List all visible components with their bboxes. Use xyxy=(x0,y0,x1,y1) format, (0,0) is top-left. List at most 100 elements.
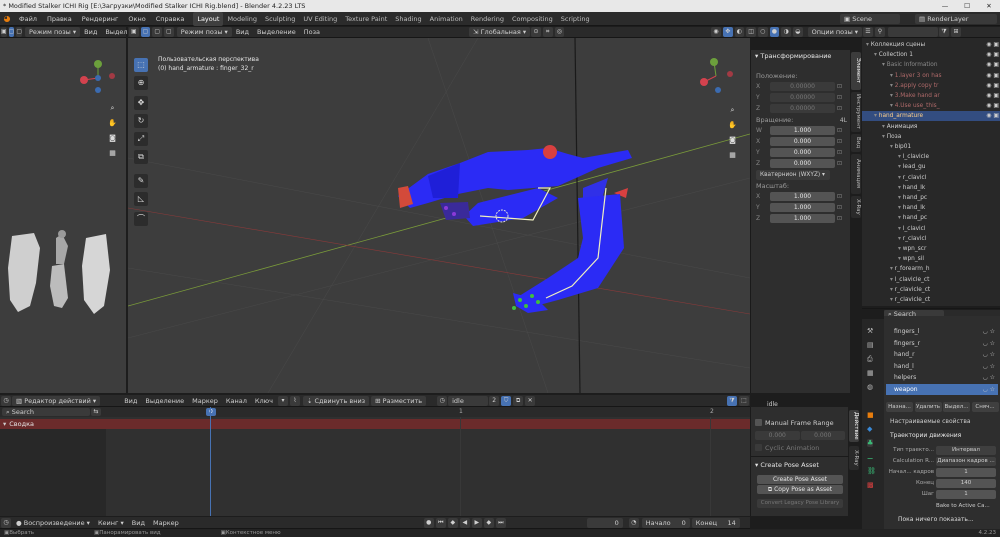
gizmo-icon[interactable]: ✥ xyxy=(722,27,733,37)
remove-button[interactable]: Удалить xyxy=(914,402,942,412)
menu-window[interactable]: Окно xyxy=(123,12,150,26)
tab-action[interactable]: Действие xyxy=(849,410,859,442)
prev-key-icon[interactable]: ◆ xyxy=(447,517,458,528)
create-pose-asset-button[interactable]: Create Pose Asset xyxy=(757,475,843,484)
lock-icon[interactable]: ⊡ xyxy=(835,127,844,134)
scene-props-icon[interactable]: ◍ xyxy=(867,383,873,391)
visibility-icon[interactable]: ◡ ☆ xyxy=(982,384,995,395)
rotation-y-field[interactable]: 0.000 xyxy=(770,148,835,157)
rotation-z-field[interactable]: 0.000 xyxy=(770,159,835,168)
measure-tool-icon[interactable]: ◺ xyxy=(134,192,148,206)
visibility-icon[interactable]: ◡ ☆ xyxy=(982,372,995,383)
frame-ruler[interactable] xyxy=(106,407,750,417)
tab-xray-action[interactable]: X-Ray xyxy=(849,446,859,470)
custom-props-header[interactable]: Настраиваемые свойства xyxy=(890,418,971,425)
outliner-row[interactable]: ▾ Коллекция сцены ◉ ▣ xyxy=(862,40,1000,50)
lock-icon[interactable]: ⊡ xyxy=(835,149,844,156)
select-box-icon[interactable]: ▢ xyxy=(8,27,15,37)
transform-panel-header[interactable]: ▾ Трансформирование xyxy=(751,50,850,62)
outliner-row[interactable]: ▾ Basic Information ◉ ▣ xyxy=(862,60,1000,70)
close-button[interactable]: ✕ xyxy=(978,0,1000,12)
outliner-row[interactable]: ▾ hand_armature ◉ ▣ xyxy=(862,111,1000,122)
scale-z-field[interactable]: 1.000 xyxy=(770,214,835,223)
outliner-row[interactable]: ▾ r_clavicl xyxy=(862,173,1000,183)
visibility-icon[interactable]: ◉ ▣ xyxy=(986,81,999,91)
outliner-row[interactable]: ▾ 4.Use use_this_ ◉ ▣ xyxy=(862,101,1000,111)
view-layer-props-icon[interactable]: ▦ xyxy=(867,369,874,377)
lock-icon[interactable]: ⊡ xyxy=(835,204,844,211)
outliner-row[interactable]: ▾ hand_pc xyxy=(862,213,1000,223)
tab-sculpting[interactable]: Sculpting xyxy=(261,12,299,26)
next-key-icon[interactable]: ◆ xyxy=(483,517,494,528)
tab-shading[interactable]: Shading xyxy=(391,12,425,26)
manual-range-checkbox[interactable]: Manual Frame Range xyxy=(755,418,845,427)
timeline-menu-view[interactable]: Вид xyxy=(128,517,149,529)
editor-type-icon[interactable]: ◷ xyxy=(1,395,11,406)
playhead-line[interactable] xyxy=(210,407,211,516)
play-icon[interactable]: ▶ xyxy=(471,517,482,528)
action-menu-key[interactable]: Ключ xyxy=(251,395,277,407)
start-frame-field[interactable]: 1 xyxy=(936,468,996,477)
main-mode-dropdown[interactable]: Режим позы ▾ xyxy=(176,27,232,37)
main-menu-pose[interactable]: Поза xyxy=(300,26,324,38)
outliner-row[interactable]: ▾ wpn_scr xyxy=(862,244,1000,254)
tab-animation[interactable]: Animation xyxy=(426,12,467,26)
snap-icon[interactable]: ⌗ xyxy=(542,27,553,37)
push-down-button[interactable]: ⇣ Сдвинуть вниз xyxy=(302,395,370,406)
only-selected-icon[interactable]: ⬚ xyxy=(739,395,749,406)
tab-rendering[interactable]: Rendering xyxy=(467,12,508,26)
location-y-field[interactable]: 0.00000 xyxy=(770,93,835,102)
grid-icon[interactable]: ▦ xyxy=(106,147,119,160)
action-name-field[interactable]: idle xyxy=(448,395,489,406)
lock-icon[interactable]: ⊡ xyxy=(835,94,844,101)
playhead-frame[interactable]: 0 xyxy=(206,408,216,416)
end-frame-field[interactable]: 140 xyxy=(936,479,996,488)
visibility-icon[interactable]: ◡ ☆ xyxy=(982,349,995,360)
scale-tool-icon[interactable]: ⤢ xyxy=(134,132,148,146)
outliner-row[interactable]: ▾ hand_pc xyxy=(862,193,1000,203)
navigation-gizmo[interactable] xyxy=(700,58,733,93)
pan-hand-icon[interactable]: ✋ xyxy=(106,117,119,130)
convert-legacy-button[interactable]: Convert Legacy Pose Library xyxy=(757,499,843,508)
bone-collection-item[interactable]: fingers_r ◡ ☆ xyxy=(886,338,998,349)
motion-paths-header[interactable]: Траектории движения xyxy=(890,432,961,439)
location-x-row[interactable]: X 0.00000 ⊡ xyxy=(756,82,844,91)
location-y-row[interactable]: Y 0.00000 ⊡ xyxy=(756,93,844,102)
left-viewport[interactable]: ⌕ ✋ ◙ ▦ xyxy=(0,38,126,393)
tab-item[interactable]: Элемент xyxy=(851,52,861,90)
unlink-action-icon[interactable]: ✕ xyxy=(525,395,536,406)
create-pose-panel-header[interactable]: ▾ Create Pose Asset xyxy=(755,460,845,470)
duplicate-action-icon[interactable]: ⧉ xyxy=(513,395,524,406)
menu-help[interactable]: Справка xyxy=(151,12,190,26)
tab-view[interactable]: Вид xyxy=(851,134,861,152)
overlays-icon[interactable]: ◐ xyxy=(734,27,745,37)
action-menu-marker[interactable]: Маркер xyxy=(188,395,222,407)
editor-type-icon[interactable]: ▣ xyxy=(129,27,139,37)
scale-z-row[interactable]: Z 1.000 ⊡ xyxy=(756,214,844,223)
frame-end-field[interactable]: 0.000 xyxy=(800,431,845,440)
jump-end-icon[interactable]: ⏭ xyxy=(495,517,506,528)
pose-options-dropdown[interactable]: Опции позы ▾ xyxy=(807,27,863,37)
visibility-icon[interactable]: ◉ ▣ xyxy=(986,50,999,60)
visibility-icon[interactable]: ◡ ☆ xyxy=(982,361,995,372)
clock-icon[interactable]: ◔ xyxy=(628,517,639,528)
action-menu-channel[interactable]: Канал xyxy=(222,395,251,407)
select-box-icon[interactable]: ▢ xyxy=(140,27,151,37)
lock-icon[interactable]: ⊡ xyxy=(835,83,844,90)
visibility-icon[interactable]: ◉ xyxy=(711,27,721,37)
visibility-icon[interactable]: ◉ ▣ xyxy=(986,111,999,121)
outliner-row[interactable]: ▾ l_clavicl xyxy=(862,224,1000,234)
keying-menu[interactable]: Кеинг ▾ xyxy=(94,517,128,529)
outliner-row[interactable]: ▾ bip01 xyxy=(862,142,1000,152)
tab-scripting[interactable]: Scripting xyxy=(557,12,594,26)
visibility-icon[interactable]: ◡ ☆ xyxy=(982,338,995,349)
visibility-icon[interactable]: ◉ ▣ xyxy=(986,91,999,101)
outliner-row[interactable]: ▾ r_forearm_h xyxy=(862,264,1000,274)
outliner-row[interactable]: ▾ lead_gu xyxy=(862,162,1000,172)
outliner-row[interactable]: ▾ r_clavicle_ct xyxy=(862,295,1000,305)
bone-props-icon[interactable]: ⚊ xyxy=(867,453,873,461)
grid-icon[interactable]: ▦ xyxy=(726,149,739,162)
minimize-button[interactable]: — xyxy=(934,0,956,12)
tab-uv-editing[interactable]: UV Editing xyxy=(299,12,341,26)
outliner-row[interactable]: ▾ Анимация xyxy=(862,122,1000,132)
